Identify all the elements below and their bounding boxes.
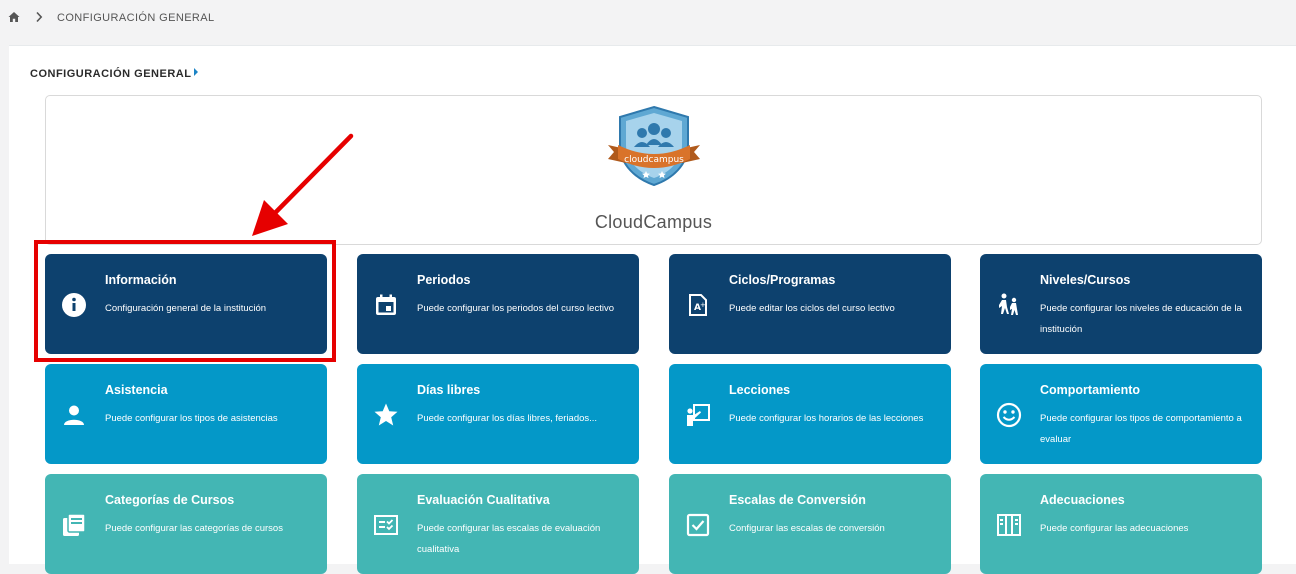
tile-description: Configurar las escalas de conversión [729, 523, 885, 534]
tile-niveles-cursos[interactable]: Niveles/Cursos Puede configurar los nive… [980, 254, 1262, 354]
tile-adecuaciones[interactable]: Adecuaciones Puede configurar las adecua… [980, 474, 1262, 574]
institution-name: CloudCampus [594, 212, 713, 232]
tile-description: Configuración general de la institución [105, 303, 267, 314]
tile-title: Información [105, 273, 177, 287]
caret-right-icon [194, 68, 199, 76]
tile-title: Escalas de Conversión [729, 493, 866, 507]
smiley-icon [996, 402, 1022, 428]
chevron-right-icon [36, 11, 43, 23]
tile-description: Puede configurar las escalas de evaluaci… [417, 523, 601, 555]
tile-title: Días libres [417, 383, 481, 397]
tile-description: Puede configurar las adecuaciones [1040, 523, 1189, 534]
tile-description: Puede editar los ciclos del curso lectiv… [729, 303, 895, 314]
tile-title: Evaluación Cualitativa [417, 493, 550, 507]
checklist-icon [373, 512, 399, 538]
calendar-icon [373, 292, 399, 318]
tile-dias-libres[interactable]: Días libres Puede configurar los días li… [357, 364, 639, 464]
tile-title: Lecciones [729, 383, 791, 397]
students-walking-icon [996, 292, 1022, 318]
tile-title: Comportamiento [1040, 383, 1140, 397]
tile-informacion[interactable]: Información Configuración general de la … [45, 254, 327, 354]
tile-title: Ciclos/Programas [729, 273, 836, 287]
books-icon [996, 512, 1022, 538]
tile-ciclos-programas[interactable]: A + Ciclos/Programas Puede editar los cic… [669, 254, 951, 354]
svg-text:cloudcampus: cloudcampus [624, 155, 684, 165]
tile-asistencia[interactable]: Asistencia Puede configurar los tipos de… [45, 364, 327, 464]
breadcrumb-current[interactable]: CONFIGURACIÓN GENERAL [57, 12, 215, 24]
tile-periodos[interactable]: Periodos Puede configurar los periodos d… [357, 254, 639, 354]
tile-description: Puede configurar los niveles de educació… [1040, 303, 1242, 335]
tile-title: Categorías de Cursos [105, 493, 235, 507]
home-icon[interactable] [8, 11, 20, 23]
tile-description: Puede configurar los horarios de las lec… [729, 413, 924, 424]
person-icon [61, 402, 87, 428]
tile-title: Niveles/Cursos [1040, 273, 1131, 287]
tile-evaluacion-cualitativa[interactable]: Evaluación Cualitativa Puede configurar … [357, 474, 639, 574]
institution-card: cloudcampus CloudCampus [45, 95, 1262, 245]
tile-description: Puede configurar los tipos de asistencia… [105, 413, 278, 424]
grade-document-icon: A + [685, 292, 711, 318]
tile-lecciones[interactable]: Lecciones Puede configurar los horarios … [669, 364, 951, 464]
tile-comportamiento[interactable]: Comportamiento Puede configurar los tipo… [980, 364, 1262, 464]
info-icon [61, 292, 87, 318]
tile-title: Adecuaciones [1040, 493, 1125, 507]
teacher-board-icon [685, 402, 711, 428]
library-books-icon [61, 512, 87, 538]
tile-escalas-conversion[interactable]: Escalas de Conversión Configurar las esc… [669, 474, 951, 574]
checkbox-icon [685, 512, 711, 538]
cloudcampus-logo: cloudcampus [608, 105, 700, 187]
page-title: CONFIGURACIÓN GENERAL [30, 68, 199, 80]
tile-description: Puede configurar los tipos de comportami… [1040, 413, 1242, 445]
tile-categorias-cursos[interactable]: Categorías de Cursos Puede configurar la… [45, 474, 327, 574]
star-icon [373, 402, 399, 428]
page-title-text: CONFIGURACIÓN GENERAL [30, 68, 192, 80]
svg-text:+: + [700, 301, 706, 309]
tile-description: Puede configurar las categorías de curso… [105, 523, 283, 534]
top-breadcrumb: CONFIGURACIÓN GENERAL [0, 0, 1296, 36]
tile-description: Puede configurar los periodos del curso … [417, 303, 614, 314]
tile-title: Periodos [417, 273, 471, 287]
tile-description: Puede configurar los días libres, feriad… [417, 413, 598, 424]
tile-title: Asistencia [105, 383, 168, 397]
